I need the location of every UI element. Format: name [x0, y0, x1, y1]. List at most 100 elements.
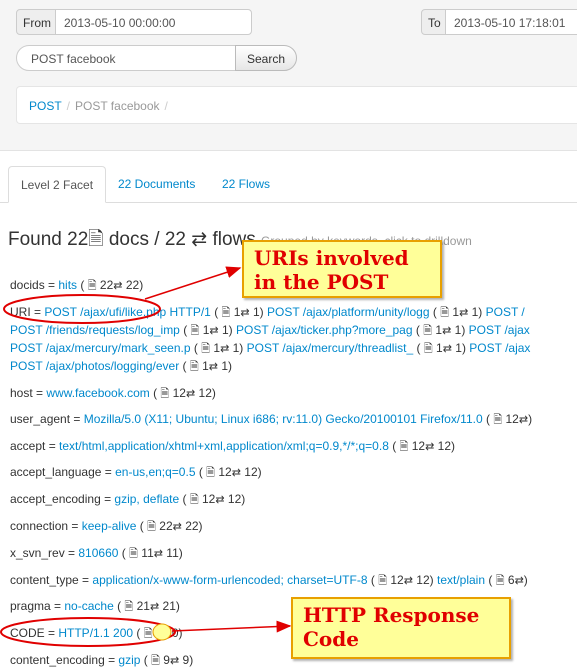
facet-value-link[interactable]: POST /friends/requests/log_imp — [10, 323, 180, 337]
facet-value-link[interactable]: 810660 — [78, 546, 118, 560]
doc-count: 22 — [96, 278, 114, 292]
facet-value-link[interactable]: Mozilla/5.0 (X11; Ubuntu; Linux i686; rv… — [84, 412, 483, 426]
facet-key: user_agent = — [10, 412, 84, 426]
facet-row-uri: POST /friends/requests/log_imp ( 🗎 1⇄ 1)… — [10, 323, 530, 337]
facet-value-link[interactable]: www.facebook.com — [46, 386, 149, 400]
flow-count: 1 — [249, 305, 260, 319]
doc-count: 21 — [133, 599, 150, 613]
doc-count: 6 — [504, 573, 515, 587]
facet-row-user-agent: user_agent = Mozilla/5.0 (X11; Ubuntu; L… — [10, 412, 533, 426]
facet-value-link[interactable]: no-cache — [64, 599, 113, 613]
uri-arrow — [144, 266, 242, 300]
facet-value-link[interactable]: gzip, deflate — [114, 492, 179, 506]
facet-row-accept: accept = text/html,application/xhtml+xml… — [10, 439, 455, 453]
facet-row-uri: POST /ajax/photos/logging/ever ( 🗎 1⇄ 1) — [10, 359, 232, 373]
document-icon: 🗎 — [495, 575, 505, 587]
exchange-arrows-icon: ⇄ — [208, 361, 218, 373]
facet-value-link[interactable]: en-us,en;q=0.5 — [115, 465, 195, 479]
facet-value-link[interactable]: POST / — [486, 305, 525, 319]
doc-count: 9 — [159, 653, 170, 667]
facet-key: host = — [10, 386, 47, 400]
facet-value-link[interactable]: POST /ajax/ticker.php?more_pag — [236, 323, 413, 337]
facet-value-link[interactable]: gzip — [118, 653, 140, 667]
annotation-code: HTTP Response Code — [291, 597, 511, 659]
facet-key: docids = — [10, 278, 59, 292]
to-label: To — [421, 9, 448, 35]
facet-value-link[interactable]: POST /ajax/mercury/threadlist_ — [247, 341, 414, 355]
doc-count: 12 — [198, 492, 216, 506]
document-icon: 🗎 — [423, 343, 433, 355]
breadcrumb-separator: / — [164, 99, 168, 113]
facet-row-content-encoding: content_encoding = gzip ( 🗎 9⇄ 9) — [10, 653, 194, 667]
facet-value-link[interactable]: POST /ajax — [469, 341, 530, 355]
exchange-arrows-icon: ⇄ — [518, 414, 529, 426]
document-icon: 🗎 — [147, 521, 156, 533]
exchange-arrows-icon: ⇄ — [153, 548, 163, 560]
doc-count: 12 — [408, 439, 426, 453]
facet-row-host: host = www.facebook.com ( 🗎 12⇄ 12) — [10, 386, 216, 400]
document-icon: 🗎 — [129, 548, 138, 560]
flows-count: 22 — [164, 229, 186, 250]
exchange-arrows-icon: ⇄ — [442, 343, 452, 355]
facet-value-link[interactable]: keep-alive — [82, 519, 137, 533]
exchange-arrows-icon: ⇄ — [149, 601, 160, 613]
flow-count: 1 — [229, 341, 240, 355]
flow-count: 21 — [159, 599, 176, 613]
facet-value-link[interactable]: POST /ajax/platform/unity/logg — [267, 305, 430, 319]
tab-level2-facet[interactable]: Level 2 Facet — [8, 166, 107, 203]
tab-flows[interactable]: 22 Flows — [210, 166, 282, 202]
facet-value-link[interactable]: POST /ajax — [469, 323, 530, 337]
document-icon: 🗎 — [160, 388, 170, 400]
exchange-arrows-icon: ⇄ — [220, 343, 230, 355]
found-label: Found — [8, 229, 62, 250]
flow-count: 22 — [122, 278, 140, 292]
document-icon: 🗎 — [423, 325, 433, 337]
result-tabs: Level 2 Facet 22 Documents 22 Flows — [0, 166, 577, 203]
docs-label: docs / — [108, 229, 160, 250]
document-icon: 🗎 — [440, 307, 450, 319]
facet-value-link[interactable]: POST /ajax/ufi/like.php HTTP/1 — [44, 305, 211, 319]
exchange-arrows-icon: ⇄ — [152, 628, 162, 640]
document-icon: 🗎 — [124, 601, 134, 613]
exchange-arrows-icon: ⇄ — [403, 575, 413, 587]
facet-key: pragma = — [10, 599, 65, 613]
exchange-arrows-icon: ⇄ — [442, 325, 452, 337]
doc-count: 1 — [432, 323, 443, 337]
facet-value-link[interactable]: application/x-www-form-urlencoded; chars… — [92, 573, 367, 587]
facet-row-content-type: content_type = application/x-www-form-ur… — [10, 573, 528, 587]
doc-count: 1 — [199, 323, 210, 337]
to-date-input[interactable]: 2013-05-10 17:18:01 — [445, 9, 577, 35]
doc-count: 1 — [432, 341, 443, 355]
document-icon: 🗎 — [189, 361, 199, 373]
facet-key: content_encoding = — [10, 653, 119, 667]
facet-key: accept_encoding = — [10, 492, 115, 506]
flow-count: 12 — [195, 386, 212, 400]
breadcrumb-item-post[interactable]: POST — [29, 99, 62, 113]
facet-row-connection: connection = keep-alive ( 🗎 22⇄ 22) — [10, 519, 203, 533]
document-icon: 🗎 — [189, 494, 199, 506]
facet-value-link[interactable]: text/html,application/xhtml+xml,applicat… — [59, 439, 389, 453]
facet-key: CODE = — [10, 626, 59, 640]
facet-value-link[interactable]: POST /ajax/mercury/mark_seen.p — [10, 341, 191, 355]
search-input[interactable]: POST facebook — [16, 45, 236, 71]
facet-value-link[interactable]: HTTP/1.1 200 — [58, 626, 133, 640]
tab-documents[interactable]: 22 Documents — [106, 166, 207, 202]
facet-value-link[interactable]: POST /ajax/photos/logging/ever — [10, 359, 179, 373]
facet-key: content_type = — [10, 573, 93, 587]
facet-value-link[interactable]: text/plain — [437, 573, 485, 587]
doc-count: 1 — [230, 305, 241, 319]
flow-count: 12 — [240, 465, 258, 479]
filter-panel: From 2013-05-10 00:00:00 To 2013-05-10 1… — [0, 0, 577, 151]
exchange-arrows-icon: ⇄ — [172, 521, 182, 533]
breadcrumb-item-current: POST facebook — [75, 99, 160, 113]
from-date-input[interactable]: 2013-05-10 00:00:00 — [55, 9, 252, 35]
exchange-arrows-icon: ⇄ — [240, 307, 250, 319]
exchange-arrows-icon: ⇄ — [169, 655, 180, 667]
search-button[interactable]: Search — [235, 45, 297, 71]
facet-key: connection = — [10, 519, 82, 533]
exchange-arrows-icon: ⇄ — [209, 325, 219, 337]
document-icon: 🗎 — [151, 655, 160, 667]
facet-value-link[interactable]: hits — [58, 278, 77, 292]
document-icon: 🗎 — [201, 343, 211, 355]
facet-row-uri: URI = POST /ajax/ufi/like.php HTTP/1 ( 🗎… — [10, 305, 525, 319]
